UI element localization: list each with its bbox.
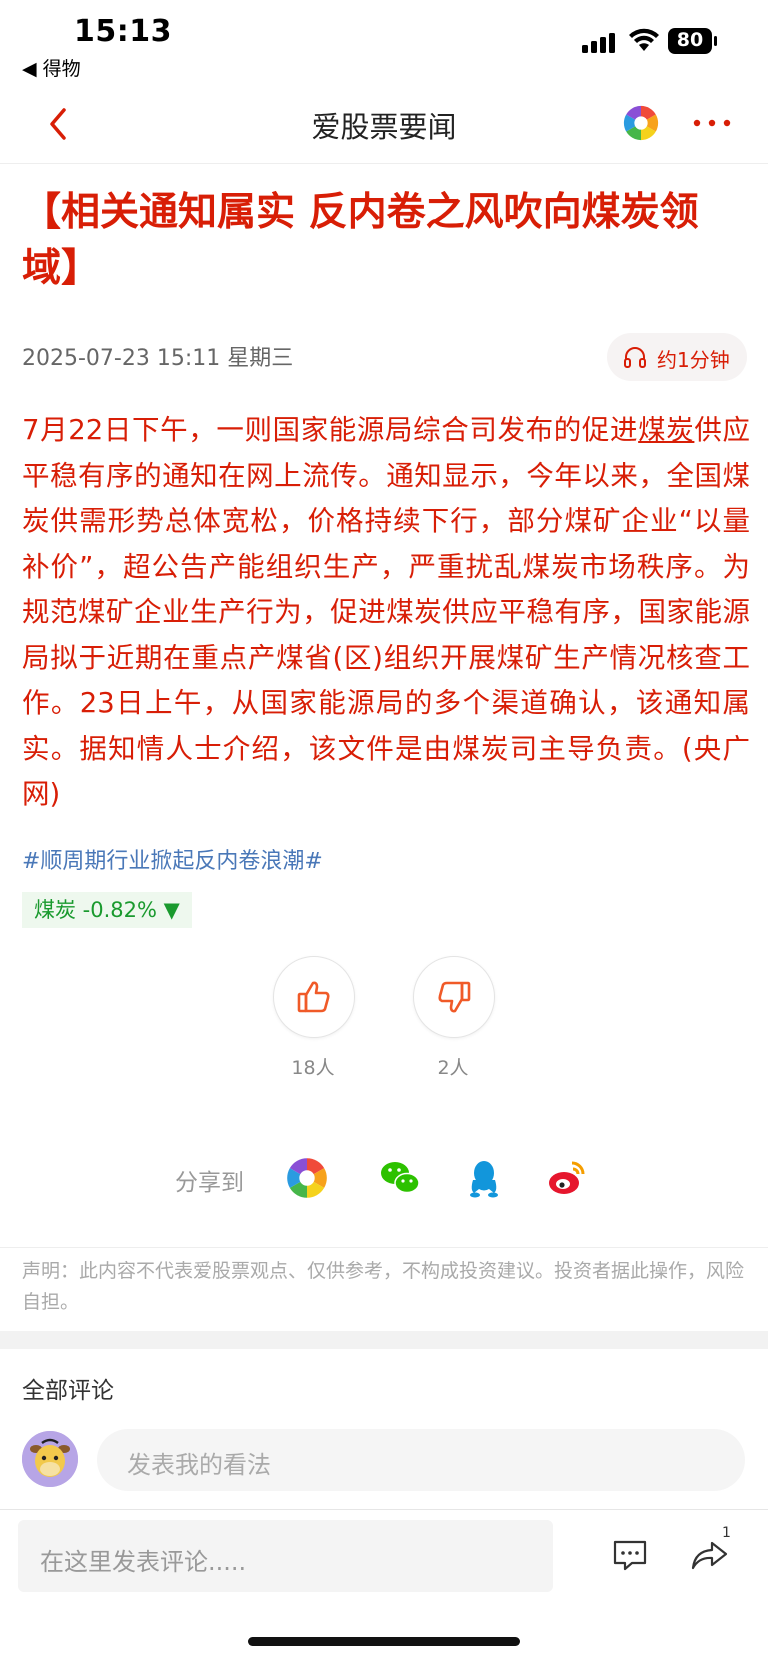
listen-button[interactable]: 约1分钟 xyxy=(607,333,747,381)
topic-hashtag-link[interactable]: #顺周期行业掀起反内卷浪潮# xyxy=(22,843,323,875)
home-indicator[interactable] xyxy=(248,1637,520,1646)
section-divider xyxy=(0,1247,768,1248)
keyword-link-coal[interactable]: 煤炭 xyxy=(638,414,694,446)
comment-input[interactable]: 在这里发表评论..... xyxy=(18,1520,553,1592)
app-logo-share-icon[interactable] xyxy=(285,1156,329,1200)
opinion-input[interactable]: 发表我的看法 xyxy=(97,1429,745,1491)
article-date: 2025-07-23 15:11 星期三 xyxy=(22,346,294,371)
battery-indicator: 80 xyxy=(668,28,717,54)
dislike-count: 2人 xyxy=(437,1057,469,1079)
article-body: 7月22日下午，一则国家能源局综合司发布的促进煤炭供应平稳有序的通知在网上流传。… xyxy=(22,408,750,818)
comment-icon[interactable] xyxy=(610,1535,650,1575)
thumbs-down-icon xyxy=(438,981,471,1013)
bottom-bar-divider xyxy=(0,1509,768,1510)
article-headline: 【相关通知属实 反内卷之风吹向煤炭领域】 xyxy=(22,190,699,291)
like-button[interactable] xyxy=(273,956,355,1038)
qq-icon[interactable] xyxy=(462,1156,506,1200)
share-label: 分享到 xyxy=(175,1170,244,1196)
body-text-after: 供应平稳有序的通知在网上流传。通知显示，今年以来，全国煤炭供需形势总体宽松，价格… xyxy=(22,414,751,810)
wechat-icon[interactable] xyxy=(378,1156,422,1200)
opinion-placeholder: 发表我的看法 xyxy=(127,1451,271,1479)
battery-level: 80 xyxy=(676,29,704,51)
section-gap xyxy=(0,1331,768,1349)
wifi-icon xyxy=(629,28,659,51)
headphone-icon xyxy=(624,347,646,368)
listen-duration: 约1分钟 xyxy=(657,348,730,372)
like-count: 18人 xyxy=(291,1057,335,1079)
nav-divider xyxy=(0,163,768,164)
back-to-app-link[interactable]: ◀ 得物 xyxy=(22,54,81,81)
weibo-icon[interactable] xyxy=(545,1156,589,1200)
app-logo-icon[interactable] xyxy=(622,104,660,142)
comments-heading: 全部评论 xyxy=(22,1378,114,1404)
share-count-badge: 1 xyxy=(722,1525,731,1541)
thumbs-up-icon xyxy=(297,981,330,1013)
body-text-before: 7月22日下午，一则国家能源局综合司发布的促进 xyxy=(22,414,639,446)
more-icon[interactable] xyxy=(690,108,734,138)
cellular-signal-icon xyxy=(582,33,615,53)
stock-tag[interactable]: 煤炭 -0.82% ▼ xyxy=(22,892,192,928)
comment-placeholder: 在这里发表评论..... xyxy=(40,1548,247,1576)
disclaimer-text: 声明：此内容不代表爱股票观点、仅供参考，不构成投资建议。投资者据此操作，风险自担… xyxy=(22,1260,745,1313)
share-arrow-icon[interactable] xyxy=(688,1535,730,1575)
status-time: 15:13 xyxy=(74,14,172,49)
dislike-button[interactable] xyxy=(413,956,495,1038)
avatar xyxy=(22,1431,78,1487)
